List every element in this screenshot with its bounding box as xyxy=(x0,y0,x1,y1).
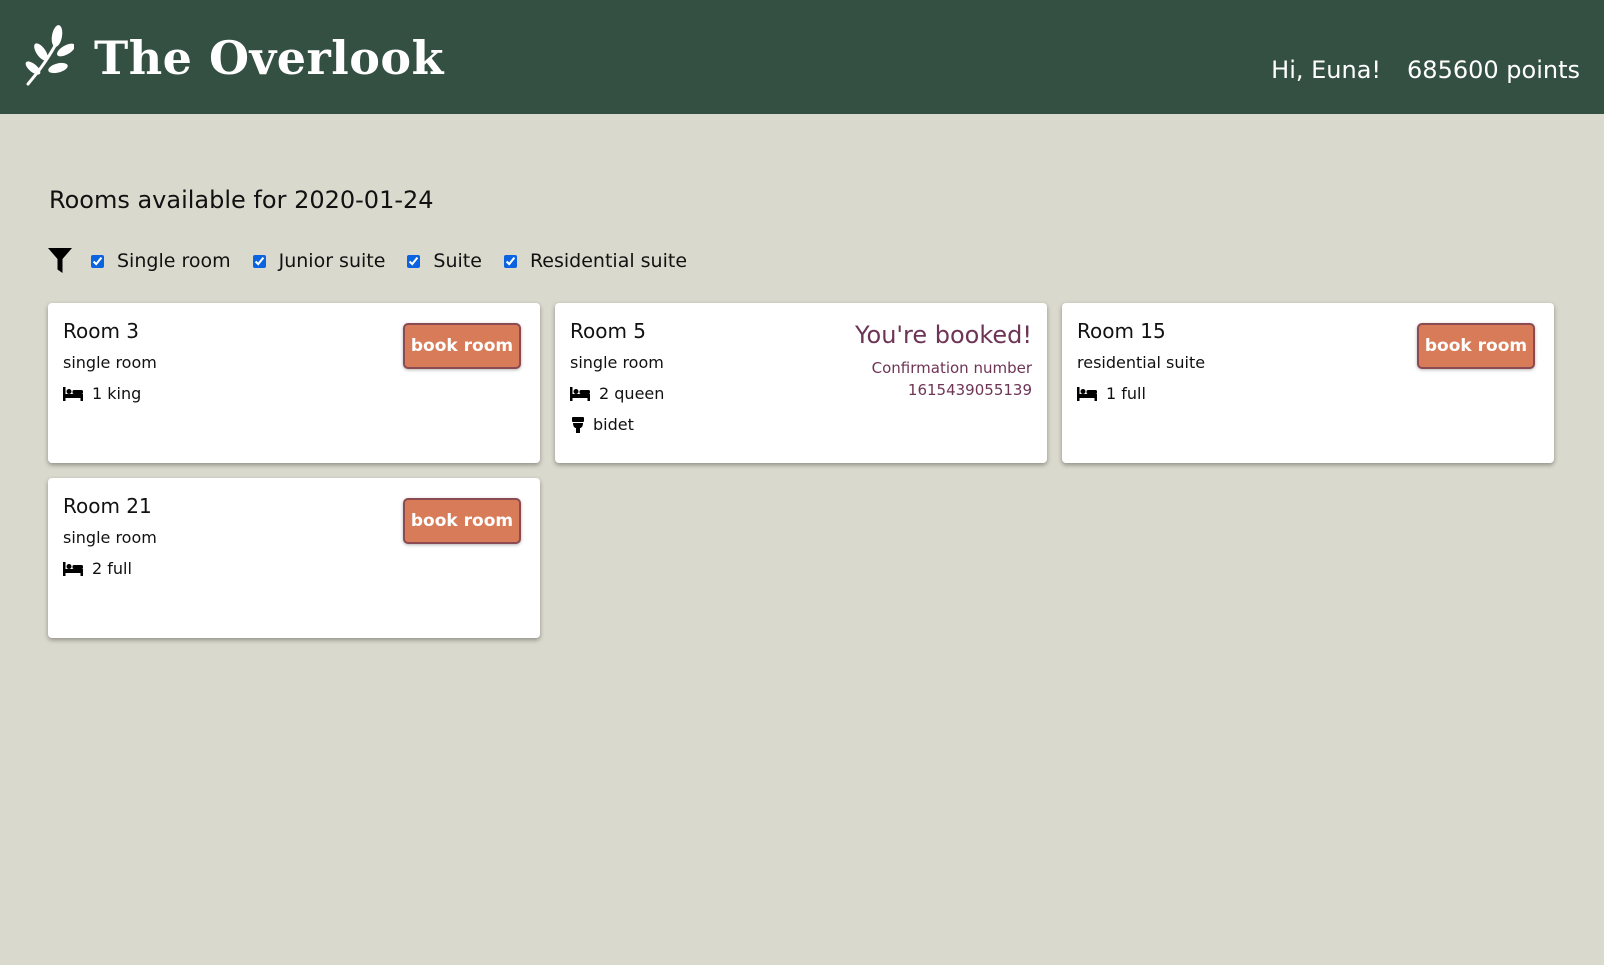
room-card: Room 15 residential suite 1 full book ro… xyxy=(1062,303,1554,463)
user-greeting: Hi, Euna! xyxy=(1271,56,1382,84)
brand-title[interactable]: The Overlook xyxy=(94,31,444,86)
bed-label: 2 full xyxy=(92,559,132,578)
book-room-button[interactable]: book room xyxy=(403,498,521,544)
bidet-info: bidet xyxy=(570,414,1032,436)
bed-icon xyxy=(63,562,83,576)
room-card: Room 3 single room 1 king book room xyxy=(48,303,540,463)
room-card: Room 5 single room 2 queen bidet You're … xyxy=(555,303,1047,463)
bed-label: 1 king xyxy=(92,384,142,403)
filter-label: Suite xyxy=(433,250,482,272)
filter-single-room-checkbox[interactable] xyxy=(91,254,104,268)
leaf-branch-icon xyxy=(25,25,74,86)
book-room-button[interactable]: book room xyxy=(403,323,521,369)
filter-suite[interactable]: Suite xyxy=(407,250,482,272)
bed-icon xyxy=(570,387,590,401)
booked-message: You're booked! xyxy=(855,321,1032,349)
toilet-icon xyxy=(572,417,584,433)
bed-info: 1 king xyxy=(63,383,525,405)
points-balance: 685600 points xyxy=(1407,56,1580,84)
bed-icon xyxy=(1077,387,1097,401)
bed-info: 2 full xyxy=(63,558,525,580)
bed-icon xyxy=(63,387,83,401)
filter-label: Residential suite xyxy=(529,250,688,272)
site-header: The Overlook Hi, Euna! 685600 points xyxy=(0,0,1604,114)
book-room-button[interactable]: book room xyxy=(1417,323,1535,369)
bed-label: 2 queen xyxy=(599,384,665,403)
room-card: Room 21 single room 2 full book room xyxy=(48,478,540,638)
bed-label: 1 full xyxy=(1106,384,1146,403)
filter-label: Single room xyxy=(117,250,231,272)
room-list: Room 3 single room 1 king book room Room… xyxy=(48,303,1558,638)
filter-suite-checkbox[interactable] xyxy=(407,254,421,268)
filter-junior-suite-checkbox[interactable] xyxy=(252,254,266,268)
filter-junior-suite[interactable]: Junior suite xyxy=(252,250,386,272)
filter-single-room[interactable]: Single room xyxy=(91,250,231,272)
bidet-label: bidet xyxy=(593,415,634,434)
room-type-filter: Single room Junior suite Suite Residenti… xyxy=(48,244,709,278)
filter-residential-suite-checkbox[interactable] xyxy=(503,254,517,268)
filter-label: Junior suite xyxy=(278,250,386,272)
page-title: Rooms available for 2020-01-24 xyxy=(49,186,434,214)
confirmation-label: Confirmation number xyxy=(871,359,1032,377)
filter-residential-suite[interactable]: Residential suite xyxy=(503,250,688,272)
user-info: Hi, Euna! 685600 points xyxy=(1271,56,1580,84)
booking-confirmation: You're booked! Confirmation number 16154… xyxy=(855,319,1032,401)
funnel-icon xyxy=(48,248,72,273)
confirmation-number: 1615439055139 xyxy=(907,381,1032,399)
bed-info: 1 full xyxy=(1077,383,1539,405)
